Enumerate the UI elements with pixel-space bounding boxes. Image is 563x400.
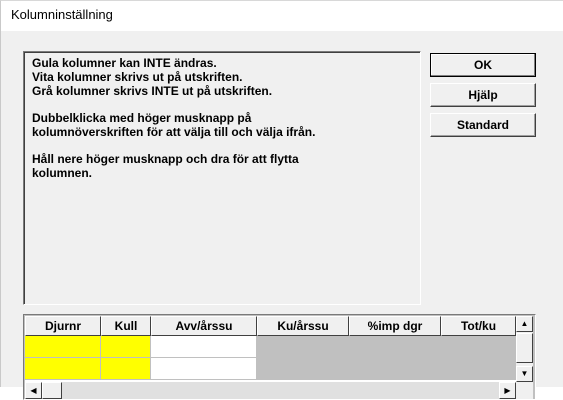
- grid-cell[interactable]: [25, 336, 101, 358]
- grid-row: [25, 358, 516, 380]
- grid-cell[interactable]: [441, 358, 516, 380]
- column-header-kull[interactable]: Kull: [101, 316, 151, 336]
- info-panel: Gula kolumner kan INTE ändras. Vita kolu…: [23, 51, 421, 305]
- window-title: Kolumninställning: [11, 7, 113, 22]
- horizontal-scrollbar[interactable]: ◀ ▶: [25, 382, 516, 399]
- info-line-gray: Grå kolumner skrivs INTE ut på utskrifte…: [32, 84, 273, 98]
- column-header-ku-arssu[interactable]: Ku/årssu: [257, 316, 349, 336]
- grid-cell[interactable]: [257, 336, 349, 358]
- column-header-avv-arssu[interactable]: Avv/årssu: [151, 316, 257, 336]
- grid-cell[interactable]: [349, 336, 441, 358]
- info-paragraph-2: Dubbelklicka med höger musknapp på kolum…: [32, 111, 316, 139]
- ok-button[interactable]: OK: [430, 53, 536, 77]
- help-button[interactable]: Hjälp: [430, 83, 536, 107]
- vertical-scrollbar[interactable]: ▲ ▼: [516, 316, 533, 382]
- dialog-client-area: Gula kolumner kan INTE ändras. Vita kolu…: [9, 31, 556, 400]
- info-paragraph-1: Gula kolumner kan INTE ändras. Vita kolu…: [32, 56, 412, 98]
- grid-cell[interactable]: [151, 358, 257, 380]
- grid-cell[interactable]: [441, 336, 516, 358]
- grid-content: Djurnr Kull Avv/årssu Ku/årssu %imp dgr …: [25, 316, 516, 382]
- standard-button[interactable]: Standard: [430, 113, 536, 137]
- vertical-scroll-thumb[interactable]: [516, 333, 533, 363]
- scroll-left-arrow-icon[interactable]: ◀: [25, 382, 42, 399]
- grid-cell[interactable]: [151, 336, 257, 358]
- horizontal-scroll-thumb[interactable]: [42, 382, 62, 399]
- column-grid: Djurnr Kull Avv/årssu Ku/årssu %imp dgr …: [23, 314, 536, 400]
- grid-cell[interactable]: [25, 358, 101, 380]
- info-line-yellow: Gula kolumner kan INTE ändras.: [32, 56, 217, 70]
- column-header-tot-ku[interactable]: Tot/ku: [441, 316, 516, 336]
- info-paragraph-3: Håll nere höger musknapp och dra för att…: [32, 152, 299, 180]
- column-header-djurnr[interactable]: Djurnr: [25, 316, 101, 336]
- title-bar: Kolumninställning: [1, 1, 563, 31]
- info-text: Gula kolumner kan INTE ändras. Vita kolu…: [32, 56, 412, 193]
- column-header-imp-dgr[interactable]: %imp dgr: [349, 316, 441, 336]
- scroll-up-arrow-icon[interactable]: ▲: [516, 316, 533, 332]
- grid-cell[interactable]: [349, 358, 441, 380]
- grid-cell[interactable]: [257, 358, 349, 380]
- scroll-right-arrow-icon[interactable]: ▶: [499, 382, 516, 399]
- dialog-window: Kolumninställning Gula kolumner kan INTE…: [0, 0, 563, 400]
- grid-cell[interactable]: [101, 336, 151, 358]
- scrollbar-corner: [516, 382, 533, 399]
- info-line-white: Vita kolumner skrivs ut på utskriften.: [32, 70, 243, 84]
- grid-row: [25, 336, 516, 358]
- grid-header-row: Djurnr Kull Avv/årssu Ku/årssu %imp dgr …: [25, 316, 516, 336]
- scroll-down-arrow-icon[interactable]: ▼: [516, 366, 533, 382]
- grid-cell[interactable]: [101, 358, 151, 380]
